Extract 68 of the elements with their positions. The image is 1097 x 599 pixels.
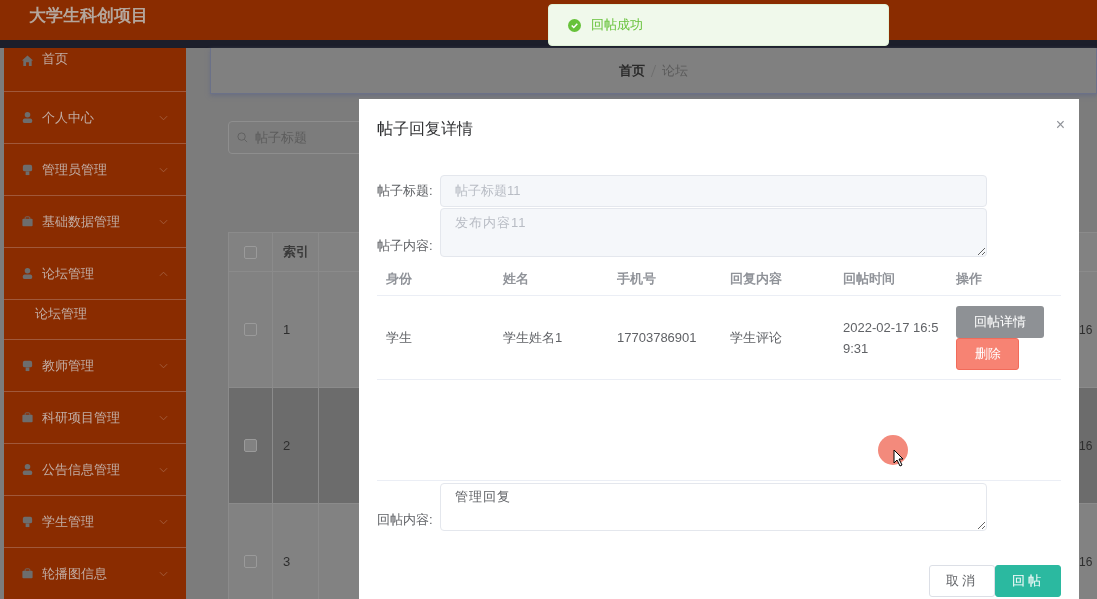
checkbox[interactable]: [244, 245, 257, 259]
table-cell: 1: [283, 322, 291, 337]
table-cell: 3: [283, 554, 291, 569]
sidebar-item[interactable]: 论坛管理: [4, 248, 186, 300]
check-icon: [568, 18, 581, 32]
menu-icon: [21, 215, 34, 228]
checkbox[interactable]: [244, 555, 257, 568]
chevron-icon: [159, 466, 168, 473]
menu-icon: [21, 567, 34, 580]
menu-icon: [21, 267, 34, 280]
table-cell: 学生评论: [730, 329, 782, 345]
sidebar-item[interactable]: 科研项目管理: [4, 392, 186, 444]
cursor-icon: [877, 434, 911, 468]
delete-button[interactable]: 删除: [956, 337, 1019, 370]
column-header: 身份: [386, 271, 412, 286]
table-cell: 16: [1079, 438, 1093, 453]
table-cell: 学生: [386, 329, 412, 345]
field-label: 回帖内容:: [377, 511, 434, 529]
detail-button[interactable]: 回帖详情: [956, 305, 1044, 338]
table-cell-text: 2022-02-17 16:59:31: [843, 318, 940, 358]
menu-icon: [21, 359, 34, 372]
submit-button[interactable]: 回帖: [995, 565, 1061, 597]
sidebar-item[interactable]: 首页: [4, 48, 186, 92]
checkbox[interactable]: [244, 323, 257, 336]
sidebar-subitem[interactable]: 论坛管理: [4, 294, 186, 340]
sidebar-item[interactable]: 轮播图信息: [4, 548, 186, 599]
column-header: 手机号: [617, 271, 656, 286]
chevron-icon: [159, 362, 168, 369]
sidebar-item[interactable]: 教师管理: [4, 340, 186, 392]
chevron-icon: [159, 414, 168, 421]
menu-icon: [21, 515, 34, 528]
sidebar-item[interactable]: 公告信息管理: [4, 444, 186, 496]
sidebar-item[interactable]: 学生管理: [4, 496, 186, 548]
menu-icon: [21, 54, 34, 67]
table-cell: 学生姓名1: [503, 329, 563, 345]
menu-icon: [21, 463, 34, 476]
checkbox[interactable]: [244, 439, 257, 452]
search-icon: [237, 132, 248, 143]
app-title: 大学生科创项目: [29, 4, 148, 27]
column-header: 回帖时间: [843, 271, 895, 286]
column-header: 姓名: [503, 271, 529, 286]
table-cell: 16: [1079, 554, 1093, 569]
toast-message: 回帖成功: [591, 16, 643, 34]
sidebar-item[interactable]: 管理员管理: [4, 144, 186, 196]
dialog-title: 帖子回复详情: [377, 118, 473, 139]
table-cell: 16: [1079, 322, 1093, 337]
reply-field[interactable]: 管理回复: [440, 483, 987, 531]
menu-icon: [21, 111, 34, 124]
field-label: 帖子标题:: [377, 182, 434, 200]
table-cell: 2: [283, 438, 291, 453]
chevron-icon: [159, 270, 168, 277]
column-header: 操作: [956, 271, 982, 286]
menu-icon: [21, 411, 34, 424]
field-label: 帖子内容:: [377, 237, 434, 255]
chevron-icon: [159, 218, 168, 225]
breadcrumb-item[interactable]: 首页: [619, 61, 645, 80]
close-button[interactable]: ×: [1049, 116, 1071, 134]
chevron-icon: [159, 166, 168, 173]
table-cell: 17703786901: [617, 330, 697, 345]
column-header: 回复内容: [730, 271, 782, 286]
menu-icon: [21, 163, 34, 176]
cancel-button[interactable]: 取消: [929, 565, 995, 597]
sidebar-item[interactable]: 基础数据管理: [4, 196, 186, 248]
chevron-icon: [159, 518, 168, 525]
column-header: 索引: [283, 243, 309, 261]
sidebar-item[interactable]: 个人中心: [4, 92, 186, 144]
chevron-icon: [159, 114, 168, 121]
chevron-icon: [159, 570, 168, 577]
